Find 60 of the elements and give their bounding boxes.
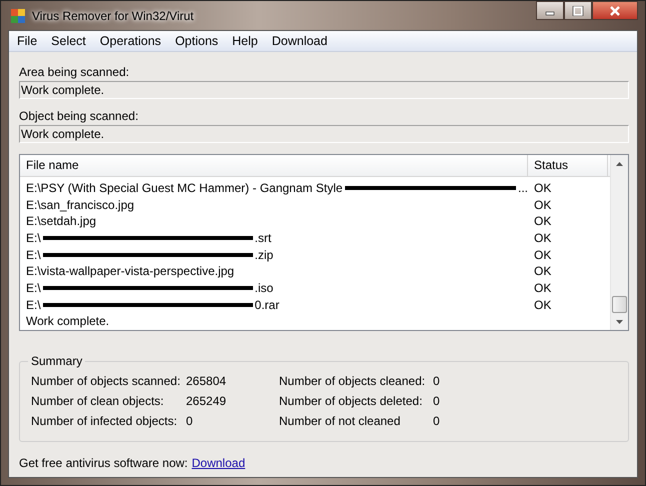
column-header[interactable]: Status	[528, 155, 608, 176]
menu-item[interactable]: Operations	[94, 34, 168, 48]
summary-value: 0	[433, 394, 441, 408]
file-path: E:\san_francisco.jpg	[26, 198, 134, 212]
file-path: E:\	[26, 248, 41, 262]
summary-label: Number of clean objects:	[31, 394, 165, 408]
menu-item[interactable]: Select	[45, 34, 92, 48]
field-label: Object being scanned:	[19, 109, 140, 123]
list-message: Work complete.	[25, 312, 110, 330]
column-header[interactable]: File name	[20, 155, 528, 176]
scroll-up-icon[interactable]	[616, 162, 623, 166]
file-path-end: .iso	[254, 280, 274, 295]
summary-label: Number of infected objects:	[31, 414, 178, 428]
download-link[interactable]: Download	[192, 456, 246, 470]
menu-item[interactable]: Help	[226, 34, 264, 48]
scroll-down-icon[interactable]	[616, 320, 623, 324]
summary-value: 265804	[186, 374, 228, 388]
menu-item[interactable]: File	[11, 34, 44, 48]
app-logo-icon	[10, 8, 26, 24]
file-path-end: 0.rar	[254, 298, 280, 312]
status-cell-text: OK	[533, 248, 552, 262]
status-cell-text: OK	[533, 198, 552, 212]
field-label: Area being scanned:	[19, 65, 130, 79]
promo-text: Get free antivirus software now:	[19, 456, 188, 470]
status-cell-text: OK	[533, 214, 552, 228]
file-path: E:\	[26, 230, 41, 245]
status-cell-text: OK	[533, 280, 552, 295]
summary-value: 0	[433, 374, 441, 388]
file-path-end: ...	[518, 180, 528, 195]
maximize-icon	[572, 6, 584, 16]
file-path: E:\	[26, 298, 41, 312]
status-cell-text: OK	[533, 298, 552, 312]
file-path: E:\vista-wallpaper-vista-perspective.jpg	[26, 264, 234, 278]
file-path: E:\	[26, 280, 41, 295]
group-title: Summary	[28, 354, 86, 368]
status-cell-text: OK	[533, 264, 552, 278]
file-path-end: .zip	[254, 248, 274, 262]
scroll-thumb[interactable]	[612, 296, 627, 313]
summary-value: 0	[186, 414, 194, 428]
window-title: Virus Remover for Win32/Virut	[32, 8, 194, 22]
maximize-button[interactable]	[564, 1, 592, 20]
summary-label: Number of not cleaned	[279, 414, 402, 428]
minimize-button[interactable]	[536, 1, 564, 20]
file-path-end: .srt	[254, 230, 272, 245]
menu-item[interactable]: Options	[169, 34, 224, 48]
status-cell-text: OK	[533, 230, 552, 245]
summary-value: 0	[433, 414, 441, 428]
summary-label: Number of objects deleted:	[279, 394, 424, 408]
file-path: E:\setdah.jpg	[26, 214, 96, 228]
scrollbar[interactable]	[610, 155, 628, 330]
summary-value: 265249	[186, 394, 228, 408]
close-icon	[609, 6, 621, 16]
status-field: Work complete.	[19, 81, 629, 99]
menu-item[interactable]: Download	[266, 34, 334, 48]
status-field: Work complete.	[19, 125, 629, 143]
status-cell-text: OK	[533, 180, 552, 195]
file-path: E:\PSY (With Special Guest MC Hammer) - Gangnam Style	[26, 180, 343, 195]
summary-label: Number of objects scanned:	[31, 374, 182, 388]
close-button[interactable]	[592, 1, 638, 20]
summary-label: Number of objects cleaned:	[279, 374, 426, 388]
